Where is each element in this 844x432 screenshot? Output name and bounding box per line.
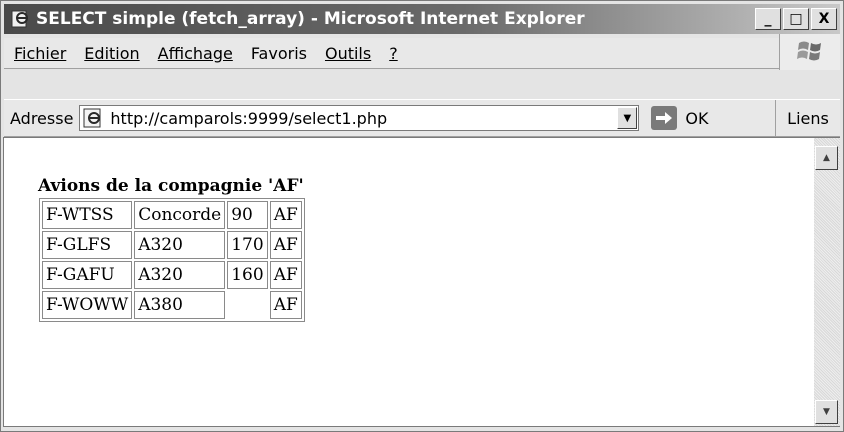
- aircraft-table: F-WTSS Concorde 90 AF F-GLFS A320 170 AF…: [39, 198, 305, 322]
- table-cell: Concorde: [134, 201, 226, 229]
- scroll-down-button[interactable]: ▼: [815, 400, 838, 424]
- go-label: OK: [685, 108, 709, 128]
- table-row: F-GAFU A320 160 AF: [42, 261, 302, 289]
- table-cell: F-WTSS: [42, 201, 133, 229]
- table-cell: F-GLFS: [42, 231, 133, 259]
- links-button[interactable]: Liens: [775, 100, 840, 136]
- windows-logo: [779, 34, 840, 70]
- menu-help[interactable]: ?: [389, 44, 398, 63]
- window-title: SELECT simple (fetch_array) - Microsoft …: [36, 9, 585, 29]
- go-arrow-icon: [651, 106, 678, 130]
- page-heading: Avions de la compagnie 'AF': [38, 176, 304, 196]
- menu-favoris-label: Favoris: [250, 43, 307, 63]
- table-cell: AF: [269, 231, 302, 259]
- menu-affichage[interactable]: Affichage: [158, 44, 233, 63]
- table-cell: 160: [227, 261, 268, 289]
- scroll-down-icon: ▼: [823, 407, 830, 417]
- menu-affichage-label: Affichage: [157, 43, 233, 63]
- menu-help-label: ?: [389, 43, 398, 63]
- maximize-button[interactable]: □: [783, 8, 809, 30]
- address-dropdown-button[interactable]: ▼: [617, 107, 638, 129]
- ie-page-icon: [10, 9, 30, 29]
- table-cell: AF: [269, 291, 302, 319]
- menu-favoris[interactable]: Favoris: [251, 44, 307, 63]
- menu-outils[interactable]: Outils: [325, 44, 371, 63]
- table-cell: F-GAFU: [42, 261, 133, 289]
- address-url: http://camparols:9999/select1.php: [110, 108, 388, 128]
- table-row: F-GLFS A320 170 AF: [42, 231, 302, 259]
- dropdown-arrow-icon: ▼: [623, 112, 632, 124]
- ie-address-icon: [82, 107, 104, 129]
- address-bar: Adresse http://camparols:9999/select1.ph…: [4, 99, 840, 137]
- scroll-up-icon: ▲: [823, 153, 830, 163]
- go-button[interactable]: OK: [651, 106, 709, 130]
- table-row: F-WOWW A380 AF: [42, 291, 302, 319]
- table-cell: F-WOWW: [42, 291, 133, 319]
- menu-fichier-label: Fichier: [14, 43, 67, 63]
- window-controls: _ □ X: [755, 8, 837, 30]
- table-cell: AF: [269, 261, 302, 289]
- menu-fichier[interactable]: Fichier: [14, 44, 66, 63]
- windows-logo-icon: [796, 37, 824, 67]
- table-cell-empty: [227, 291, 267, 319]
- page-content: Avions de la compagnie 'AF' F-WTSS Conco…: [3, 137, 814, 427]
- menu-edition[interactable]: Edition: [84, 44, 139, 63]
- table-cell: AF: [269, 201, 302, 229]
- table-cell: A320: [134, 261, 226, 289]
- links-label: Liens: [787, 108, 829, 128]
- address-field[interactable]: http://camparols:9999/select1.php ▼: [79, 105, 640, 131]
- vertical-scrollbar[interactable]: ▲ ▼: [814, 137, 840, 427]
- title-bar[interactable]: SELECT simple (fetch_array) - Microsoft …: [4, 4, 840, 34]
- close-button[interactable]: X: [811, 8, 837, 30]
- address-label: Adresse: [10, 108, 74, 128]
- table-cell: 170: [227, 231, 268, 259]
- scroll-up-button[interactable]: ▲: [815, 146, 838, 170]
- menu-edition-label: Edition: [84, 43, 140, 63]
- menu-outils-label: Outils: [324, 43, 372, 63]
- table-row: F-WTSS Concorde 90 AF: [42, 201, 302, 229]
- menu-bar: Fichier Edition Affichage Favoris Outils…: [4, 34, 840, 70]
- table-cell: 90: [227, 201, 268, 229]
- minimize-button[interactable]: _: [755, 8, 781, 30]
- table-cell: A320: [134, 231, 226, 259]
- table-cell: A380: [134, 291, 226, 319]
